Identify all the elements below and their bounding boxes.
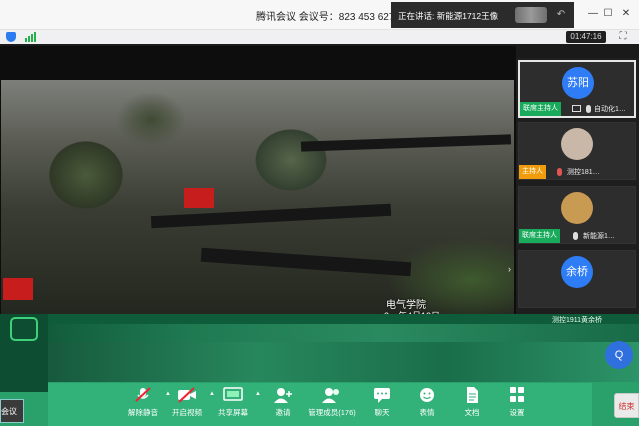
camera-off-icon [177,387,197,403]
role-badge: 联席主持人 [520,102,561,116]
shared-video-frame [1,80,514,314]
participant-tile[interactable]: 联席主持人 新能源1… [518,186,636,244]
participant-tile[interactable]: 苏阳 联席主持人 自动化1… [518,60,636,118]
maximize-icon[interactable]: ☐ [601,7,615,21]
emoji-icon [417,387,437,403]
signal-icon[interactable] [25,32,37,42]
meeting-title: 腾讯会议 会议号：823 453 627 [256,12,395,23]
participant-name: 测控181… [567,169,600,176]
share-screen-icon [223,387,243,403]
avatar: 余桥 [561,256,593,288]
avatar [561,192,593,224]
scroll-right-icon[interactable]: › [508,264,516,280]
speaking-indicator: 正在讲话: 新能源1712王像 ↶ [391,2,574,28]
blurred-name [515,7,547,23]
mic-icon [586,105,591,113]
avatar [561,128,593,160]
participant-name: 新能源1… [583,233,615,240]
mic-off-icon [133,387,153,403]
meeting-timer: 01:47:16 [566,31,606,43]
mic-icon [557,168,562,176]
chat-icon [372,387,392,403]
meeting-button[interactable]: 会议 [0,399,24,423]
members-icon [322,387,342,403]
document-icon [462,387,482,403]
fullscreen-icon[interactable]: ⛶ [617,31,629,43]
info-bar: 01:47:16 ⛶ [0,30,639,44]
meeting-logo-icon [10,317,38,341]
invite-button[interactable]: 邀请 [255,387,311,425]
screen-share-icon [572,105,581,112]
invite-icon [273,387,293,403]
title-bar: 腾讯会议 会议号：823 453 627 正在讲话: 新能源1712王像 ↶ —… [0,0,639,30]
meeting-window: 腾讯会议 会议号：823 453 627 正在讲话: 新能源1712王像 ↶ —… [0,0,639,426]
minimize-icon[interactable]: — [586,7,600,21]
share-screen-button[interactable]: 共享屏幕 [205,387,261,425]
participants-panel: 苏阳 联席主持人 自动化1… 主持人 测控181… 联席主持人 新能源1… 余桥 [516,58,639,316]
manage-members-button[interactable]: 管理成员(176) [304,387,360,425]
close-icon[interactable]: ✕ [619,7,633,21]
shield-icon[interactable] [6,32,16,42]
back-arrow-icon[interactable]: ↶ [553,8,569,22]
mic-icon [573,232,578,240]
participant-tile[interactable]: 余桥 [518,250,636,308]
speaking-label: 正在讲话: 新能源1712王像 [398,11,499,21]
role-badge: 主持人 [519,165,546,179]
q-button[interactable]: Q [605,341,633,369]
main-video-area: › [0,46,516,314]
settings-icon [507,387,527,403]
participant-name: 自动化1… [594,106,626,113]
participant-tile[interactable]: 主持人 测控181… [518,122,636,180]
participant-status-line: 测控1911黄余桥 [552,317,603,324]
avatar: 苏阳 [562,67,594,99]
role-badge: 联席主持人 [519,229,560,243]
bottom-toolbar: 解除静音 ▲ 开启视频 ▲ 共享屏幕 ▲ 邀请 管理成员(176) 聊天 表情 … [48,383,592,426]
end-meeting-button[interactable]: 结束 [614,393,639,418]
settings-button[interactable]: 设置 [489,387,545,425]
